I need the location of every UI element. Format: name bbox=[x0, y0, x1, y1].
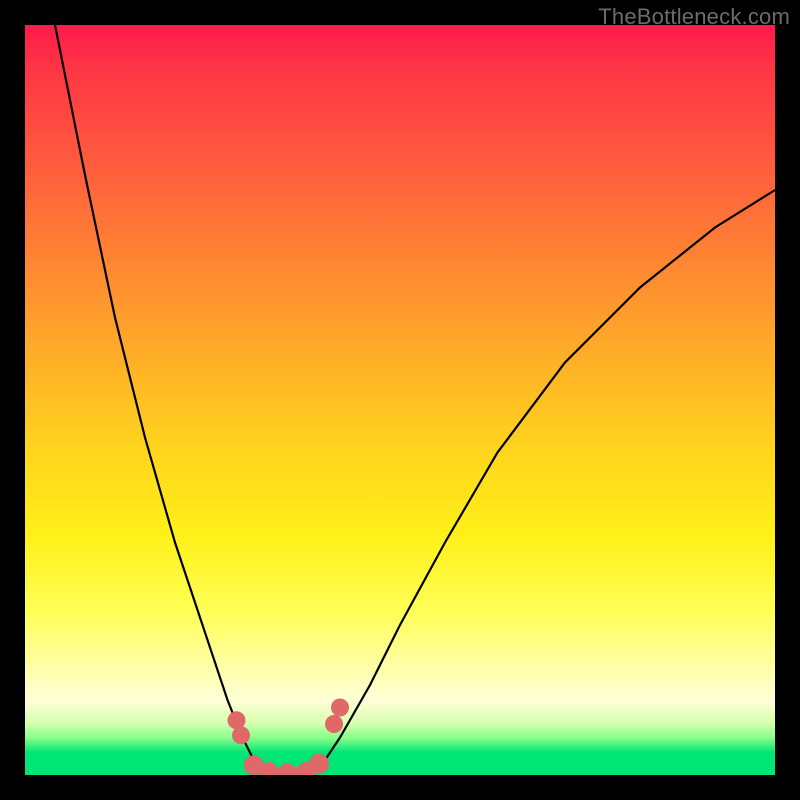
bead-bottom-2 bbox=[278, 764, 298, 776]
bead-right-0 bbox=[325, 715, 343, 733]
curve-left-branch bbox=[55, 25, 265, 775]
plot-area bbox=[25, 25, 775, 775]
curve-layer bbox=[25, 25, 775, 775]
curve-right-branch bbox=[310, 190, 775, 775]
bead-right-1 bbox=[331, 699, 349, 717]
bead-left-1 bbox=[232, 726, 250, 744]
chart-frame: TheBottleneck.com bbox=[0, 0, 800, 800]
beads-group bbox=[228, 699, 350, 776]
bead-bottom-4 bbox=[309, 754, 329, 774]
bottleneck-curve bbox=[55, 25, 775, 775]
